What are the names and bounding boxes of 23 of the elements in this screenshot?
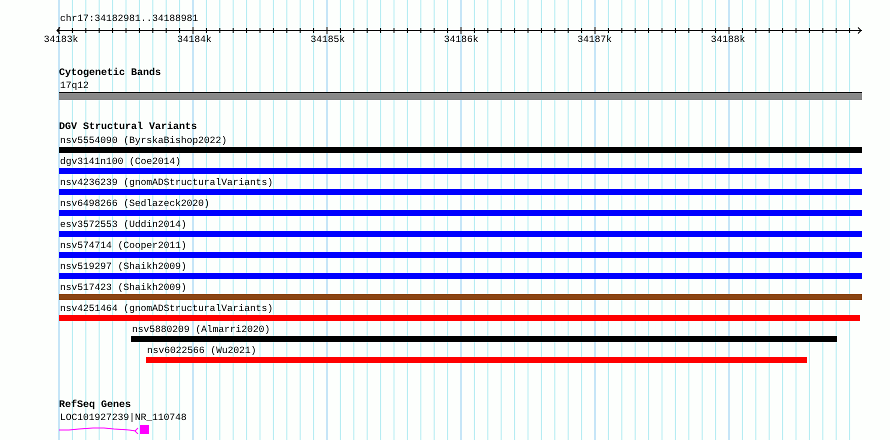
feature-label: nsv4236239 (gnomADStructuralVariants) (59, 176, 274, 189)
feature-label: nsv6498266 (Sedlazeck2020) (59, 197, 210, 210)
feature-label: LOC101927239|NR_110748 (59, 412, 187, 424)
feature-label: 17q12 (59, 80, 89, 92)
track-title: RefSeq Genes (59, 400, 132, 412)
tick-label: 34184k (177, 34, 212, 46)
feature-label: nsv574714 (Cooper2011) (59, 239, 187, 252)
track-title: Cytogenetic Bands (59, 68, 162, 80)
region-label: chr17:34182981..34188981 (60, 13, 198, 25)
feature-label: nsv519297 (Shaikh2009) (59, 260, 187, 273)
feature-label: nsv517423 (Shaikh2009) (59, 281, 187, 294)
tick-label: 34187k (577, 34, 612, 46)
feature-label: nsv5554090 (ByrskaBishop2022) (59, 134, 227, 147)
feature-label: nsv5880209 (Almarri2020) (131, 323, 270, 336)
feature-label: nsv6022566 (Wu2021) (146, 344, 256, 357)
track-title: DGV Structural Variants (59, 122, 198, 134)
feature-label: dgv3141n100 (Coe2014) (59, 155, 181, 168)
tick-label: 34183k (44, 34, 78, 46)
feature-label: nsv4251464 (gnomADStructuralVariants) (59, 302, 274, 315)
feature-label: esv3572553 (Uddin2014) (59, 218, 187, 231)
tick-label: 34188k (710, 34, 746, 46)
tick-label: 34185k (310, 34, 346, 46)
tick-label: 34186k (444, 34, 478, 46)
